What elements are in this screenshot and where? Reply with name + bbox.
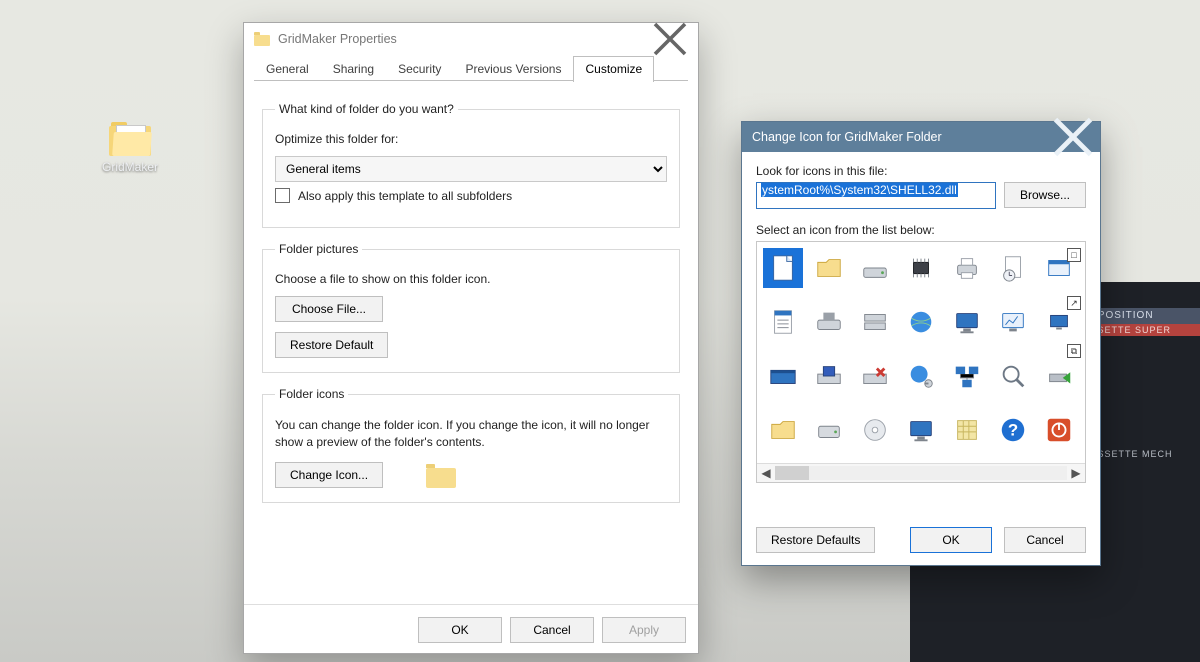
scroll-right-icon[interactable]: ▶ bbox=[1067, 466, 1085, 480]
power-icon[interactable] bbox=[1039, 410, 1079, 450]
group-folder-kind-legend: What kind of folder do you want? bbox=[275, 102, 458, 116]
overflow-arrow-icon: ↗ bbox=[1067, 296, 1081, 310]
blank-page-icon[interactable] bbox=[763, 248, 803, 288]
icon-list: ? □ ↗ ⧉ ◀ ▶ bbox=[756, 241, 1086, 483]
ok-button[interactable]: OK bbox=[418, 617, 502, 643]
optimize-label: Optimize this folder for: bbox=[275, 132, 667, 146]
drive-net-icon[interactable] bbox=[809, 302, 849, 342]
change-icon-button[interactable]: Change Icon... bbox=[275, 462, 383, 488]
tab-previous-versions[interactable]: Previous Versions bbox=[453, 56, 573, 82]
tab-customize[interactable]: Customize bbox=[573, 56, 654, 82]
look-label: Look for icons in this file: bbox=[756, 164, 1086, 178]
overflow-thumb-icon: □ bbox=[1067, 248, 1081, 262]
scrollbar-track[interactable] bbox=[775, 466, 1067, 480]
properties-title: GridMaker Properties bbox=[278, 32, 397, 46]
restore-default-button[interactable]: Restore Default bbox=[275, 332, 388, 358]
path-input-selection: ystemRoot%\System32\SHELL32.dll bbox=[761, 183, 958, 197]
window-wide-icon[interactable] bbox=[763, 356, 803, 396]
restore-defaults-button[interactable]: Restore Defaults bbox=[756, 527, 875, 553]
properties-footer: OK Cancel Apply bbox=[244, 617, 698, 643]
close-icon[interactable] bbox=[1052, 124, 1094, 150]
tab-general[interactable]: General bbox=[254, 56, 321, 82]
scrollbar-thumb[interactable] bbox=[775, 466, 809, 480]
usb-arrow-icon[interactable] bbox=[1039, 356, 1079, 396]
overflow-x-icon: ⧉ bbox=[1067, 344, 1081, 358]
scroll-left-icon[interactable]: ◀ bbox=[757, 466, 775, 480]
globe-sphere-icon[interactable] bbox=[901, 302, 941, 342]
tab-security[interactable]: Security bbox=[386, 56, 453, 82]
monitor-chart-icon[interactable] bbox=[993, 302, 1033, 342]
path-input[interactable]: ystemRoot%\System32\SHELL32.dll bbox=[756, 182, 996, 209]
folder-icon[interactable] bbox=[809, 248, 849, 288]
cancel-button[interactable]: Cancel bbox=[510, 617, 594, 643]
ok-button[interactable]: OK bbox=[910, 527, 992, 553]
desktop-folder-gridmaker[interactable]: GridMaker bbox=[94, 122, 166, 174]
folder-pictures-desc: Choose a file to show on this folder ico… bbox=[275, 272, 667, 286]
change-icon-title: Change Icon for GridMaker Folder bbox=[752, 130, 942, 144]
change-icon-dialog: Change Icon for GridMaker Folder Look fo… bbox=[741, 121, 1101, 566]
group-folder-kind: What kind of folder do you want? Optimiz… bbox=[262, 102, 680, 228]
close-icon[interactable] bbox=[652, 26, 688, 53]
cd-icon[interactable] bbox=[855, 410, 895, 450]
folder-icon bbox=[254, 32, 270, 46]
group-folder-pictures-legend: Folder pictures bbox=[275, 242, 362, 256]
change-icon-titlebar[interactable]: Change Icon for GridMaker Folder bbox=[742, 122, 1100, 152]
hdd-icon[interactable] bbox=[809, 410, 849, 450]
drive-icon[interactable] bbox=[855, 248, 895, 288]
monitor-icon[interactable] bbox=[947, 302, 987, 342]
properties-window: GridMaker Properties General Sharing Sec… bbox=[243, 22, 699, 654]
optimize-select[interactable]: General items bbox=[275, 156, 667, 182]
folder-icons-desc: You can change the folder icon. If you c… bbox=[275, 417, 667, 452]
apply-subfolders-label: Also apply this template to all subfolde… bbox=[298, 189, 512, 203]
floppy-drive-icon[interactable] bbox=[809, 356, 849, 396]
folder-icon-preview bbox=[426, 464, 456, 488]
select-icon-label: Select an icon from the list below: bbox=[756, 223, 1086, 237]
desktop-icon-label: GridMaker bbox=[94, 160, 166, 174]
clock-page-icon[interactable] bbox=[993, 248, 1033, 288]
properties-titlebar[interactable]: GridMaker Properties bbox=[244, 23, 698, 55]
apply-subfolders-checkbox[interactable]: Also apply this template to all subfolde… bbox=[275, 188, 667, 203]
printer-icon[interactable] bbox=[947, 248, 987, 288]
keypad-icon[interactable] bbox=[947, 410, 987, 450]
monitor2-icon[interactable] bbox=[901, 410, 941, 450]
icon-list-hscrollbar[interactable]: ◀ ▶ bbox=[757, 463, 1085, 482]
apply-button[interactable]: Apply bbox=[602, 617, 686, 643]
chip-icon[interactable] bbox=[901, 248, 941, 288]
folder-icon bbox=[109, 122, 151, 156]
change-icon-footer: Restore Defaults OK Cancel bbox=[742, 527, 1100, 553]
network-icon[interactable] bbox=[947, 356, 987, 396]
browse-button[interactable]: Browse... bbox=[1004, 182, 1086, 208]
globe-key-icon[interactable] bbox=[901, 356, 941, 396]
help-icon[interactable]: ? bbox=[993, 410, 1033, 450]
choose-file-button[interactable]: Choose File... bbox=[275, 296, 383, 322]
doc-list-icon[interactable] bbox=[763, 302, 803, 342]
drive-stack-icon[interactable] bbox=[855, 302, 895, 342]
icon-list-overflow-column: □ ↗ ⧉ bbox=[1067, 248, 1081, 358]
folder2-icon[interactable] bbox=[763, 410, 803, 450]
tab-strip: General Sharing Security Previous Versio… bbox=[244, 55, 698, 82]
cancel-button[interactable]: Cancel bbox=[1004, 527, 1086, 553]
group-folder-icons: Folder icons You can change the folder i… bbox=[262, 387, 680, 503]
drive-x-icon[interactable] bbox=[855, 356, 895, 396]
checkbox-icon bbox=[275, 188, 290, 203]
tab-sharing[interactable]: Sharing bbox=[321, 56, 386, 82]
magnifier-icon[interactable] bbox=[993, 356, 1033, 396]
group-folder-pictures: Folder pictures Choose a file to show on… bbox=[262, 242, 680, 373]
group-folder-icons-legend: Folder icons bbox=[275, 387, 348, 401]
svg-text:?: ? bbox=[1008, 421, 1018, 440]
